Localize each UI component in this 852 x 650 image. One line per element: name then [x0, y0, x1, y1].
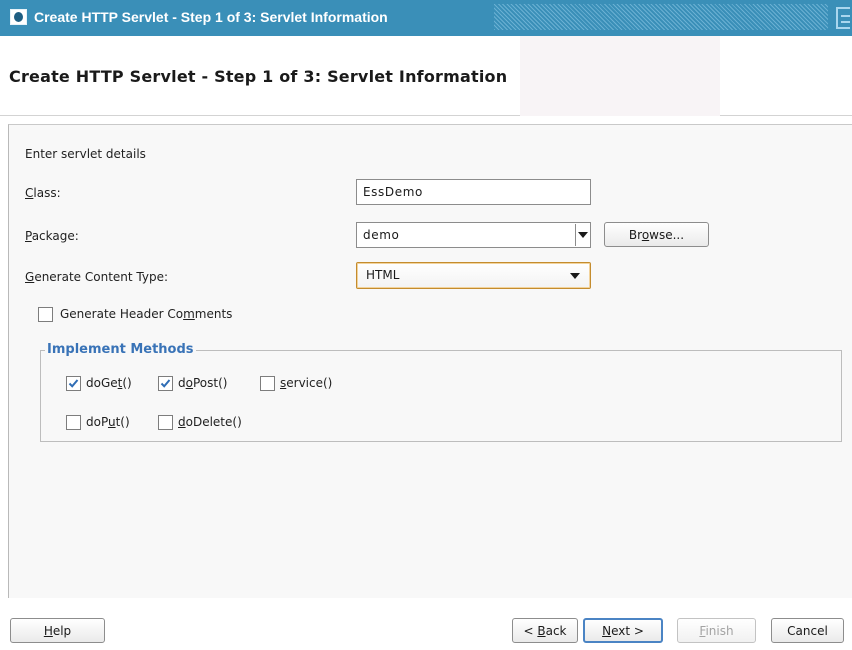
header-comments-label[interactable]: Generate Header Comments	[60, 307, 232, 321]
finish-button[interactable]: Finish	[677, 618, 756, 643]
package-combo-value: demo	[363, 228, 400, 242]
service-checkbox[interactable]	[260, 376, 275, 391]
header-comments-text-rest: ments	[194, 307, 233, 321]
dodelete-checkbox[interactable]	[158, 415, 173, 430]
doget-label-text: doGe	[86, 376, 118, 390]
service-label[interactable]: service()	[280, 376, 332, 390]
browse-button-text-rest: wse...	[649, 228, 685, 242]
dopost-label-text-rest: Post()	[192, 376, 228, 390]
intro-text: Enter servlet details	[25, 147, 146, 161]
content-type-label: Generate Content Type:	[25, 270, 168, 284]
doget-checkbox[interactable]	[66, 376, 81, 391]
wizard-content-panel: Enter servlet details Class: EssDemo Pac…	[8, 124, 852, 598]
next-button[interactable]: Next >	[583, 618, 663, 643]
doput-label-mnemonic: u	[107, 415, 116, 429]
dopost-checkbox[interactable]	[158, 376, 173, 391]
doput-checkbox[interactable]	[66, 415, 81, 430]
doput-label-text-rest: t()	[115, 415, 130, 429]
chevron-down-icon	[578, 232, 588, 238]
package-combo[interactable]: demo	[356, 222, 591, 248]
window-menu-icon[interactable]	[836, 7, 850, 29]
class-label: Class:	[25, 186, 61, 200]
back-button-mnemonic: B	[537, 624, 546, 638]
window-title: Create HTTP Servlet - Step 1 of 3: Servl…	[34, 9, 388, 25]
dopost-label-mnemonic: o	[185, 376, 193, 390]
service-label-text-rest: ervice()	[286, 376, 333, 390]
next-button-mnemonic: N	[602, 624, 612, 638]
wizard-header: Create HTTP Servlet - Step 1 of 3: Servl…	[0, 36, 852, 116]
doget-label[interactable]: doGet()	[86, 376, 132, 390]
checkmark-icon	[160, 379, 171, 388]
back-button-text-rest: ack	[545, 624, 567, 638]
page-title: Create HTTP Servlet - Step 1 of 3: Servl…	[9, 67, 508, 86]
class-input-value: EssDemo	[363, 185, 423, 199]
content-type-label-text: enerate Content Type:	[34, 270, 169, 284]
cancel-button[interactable]: Cancel	[771, 618, 844, 643]
content-type-select[interactable]: HTML	[356, 262, 591, 289]
help-button-mnemonic: H	[43, 624, 53, 638]
content-type-label-mnemonic: G	[25, 270, 35, 284]
next-button-text: ext >	[611, 624, 644, 638]
doget-label-text-rest: ()	[122, 376, 132, 390]
browse-button[interactable]: Browse...	[604, 222, 709, 247]
cancel-button-text: Cancel	[787, 624, 828, 638]
dodelete-label-mnemonic: d	[178, 415, 186, 429]
implement-methods-legend: Implement Methods	[45, 342, 196, 357]
doput-label-text: doP	[86, 415, 108, 429]
window-titlebar[interactable]: Create HTTP Servlet - Step 1 of 3: Servl…	[0, 0, 852, 36]
dodelete-label[interactable]: doDelete()	[178, 415, 242, 429]
package-label-text: ackage:	[31, 229, 79, 243]
titlebar-grip	[494, 4, 828, 30]
chevron-down-icon	[570, 273, 580, 279]
back-button-text: <	[523, 624, 538, 638]
dopost-label[interactable]: doPost()	[178, 376, 227, 390]
class-input[interactable]: EssDemo	[356, 179, 591, 205]
package-label-mnemonic: P	[25, 229, 32, 243]
content-type-value: HTML	[366, 268, 400, 282]
help-button-text: elp	[52, 624, 72, 638]
checkmark-icon	[68, 379, 79, 388]
header-comments-text: Generate Header Co	[60, 307, 184, 321]
dopost-label-text: d	[178, 376, 186, 390]
back-button[interactable]: < Back	[512, 618, 578, 643]
header-comments-mnemonic: m	[183, 307, 195, 321]
header-decoration	[520, 36, 720, 116]
class-label-text: lass:	[33, 186, 61, 200]
package-label: Package:	[25, 229, 79, 243]
finish-button-text: inish	[705, 624, 734, 638]
package-dropdown-button[interactable]	[575, 224, 589, 246]
dodelete-label-text-rest: oDelete()	[185, 415, 242, 429]
window-icon[interactable]	[10, 9, 27, 25]
doput-label[interactable]: doPut()	[86, 415, 130, 429]
header-comments-checkbox[interactable]	[38, 307, 53, 322]
wizard-footer: Help < Back Next > Finish Cancel	[0, 598, 852, 650]
help-button[interactable]: Help	[10, 618, 105, 643]
browse-button-text: Br	[628, 228, 642, 242]
